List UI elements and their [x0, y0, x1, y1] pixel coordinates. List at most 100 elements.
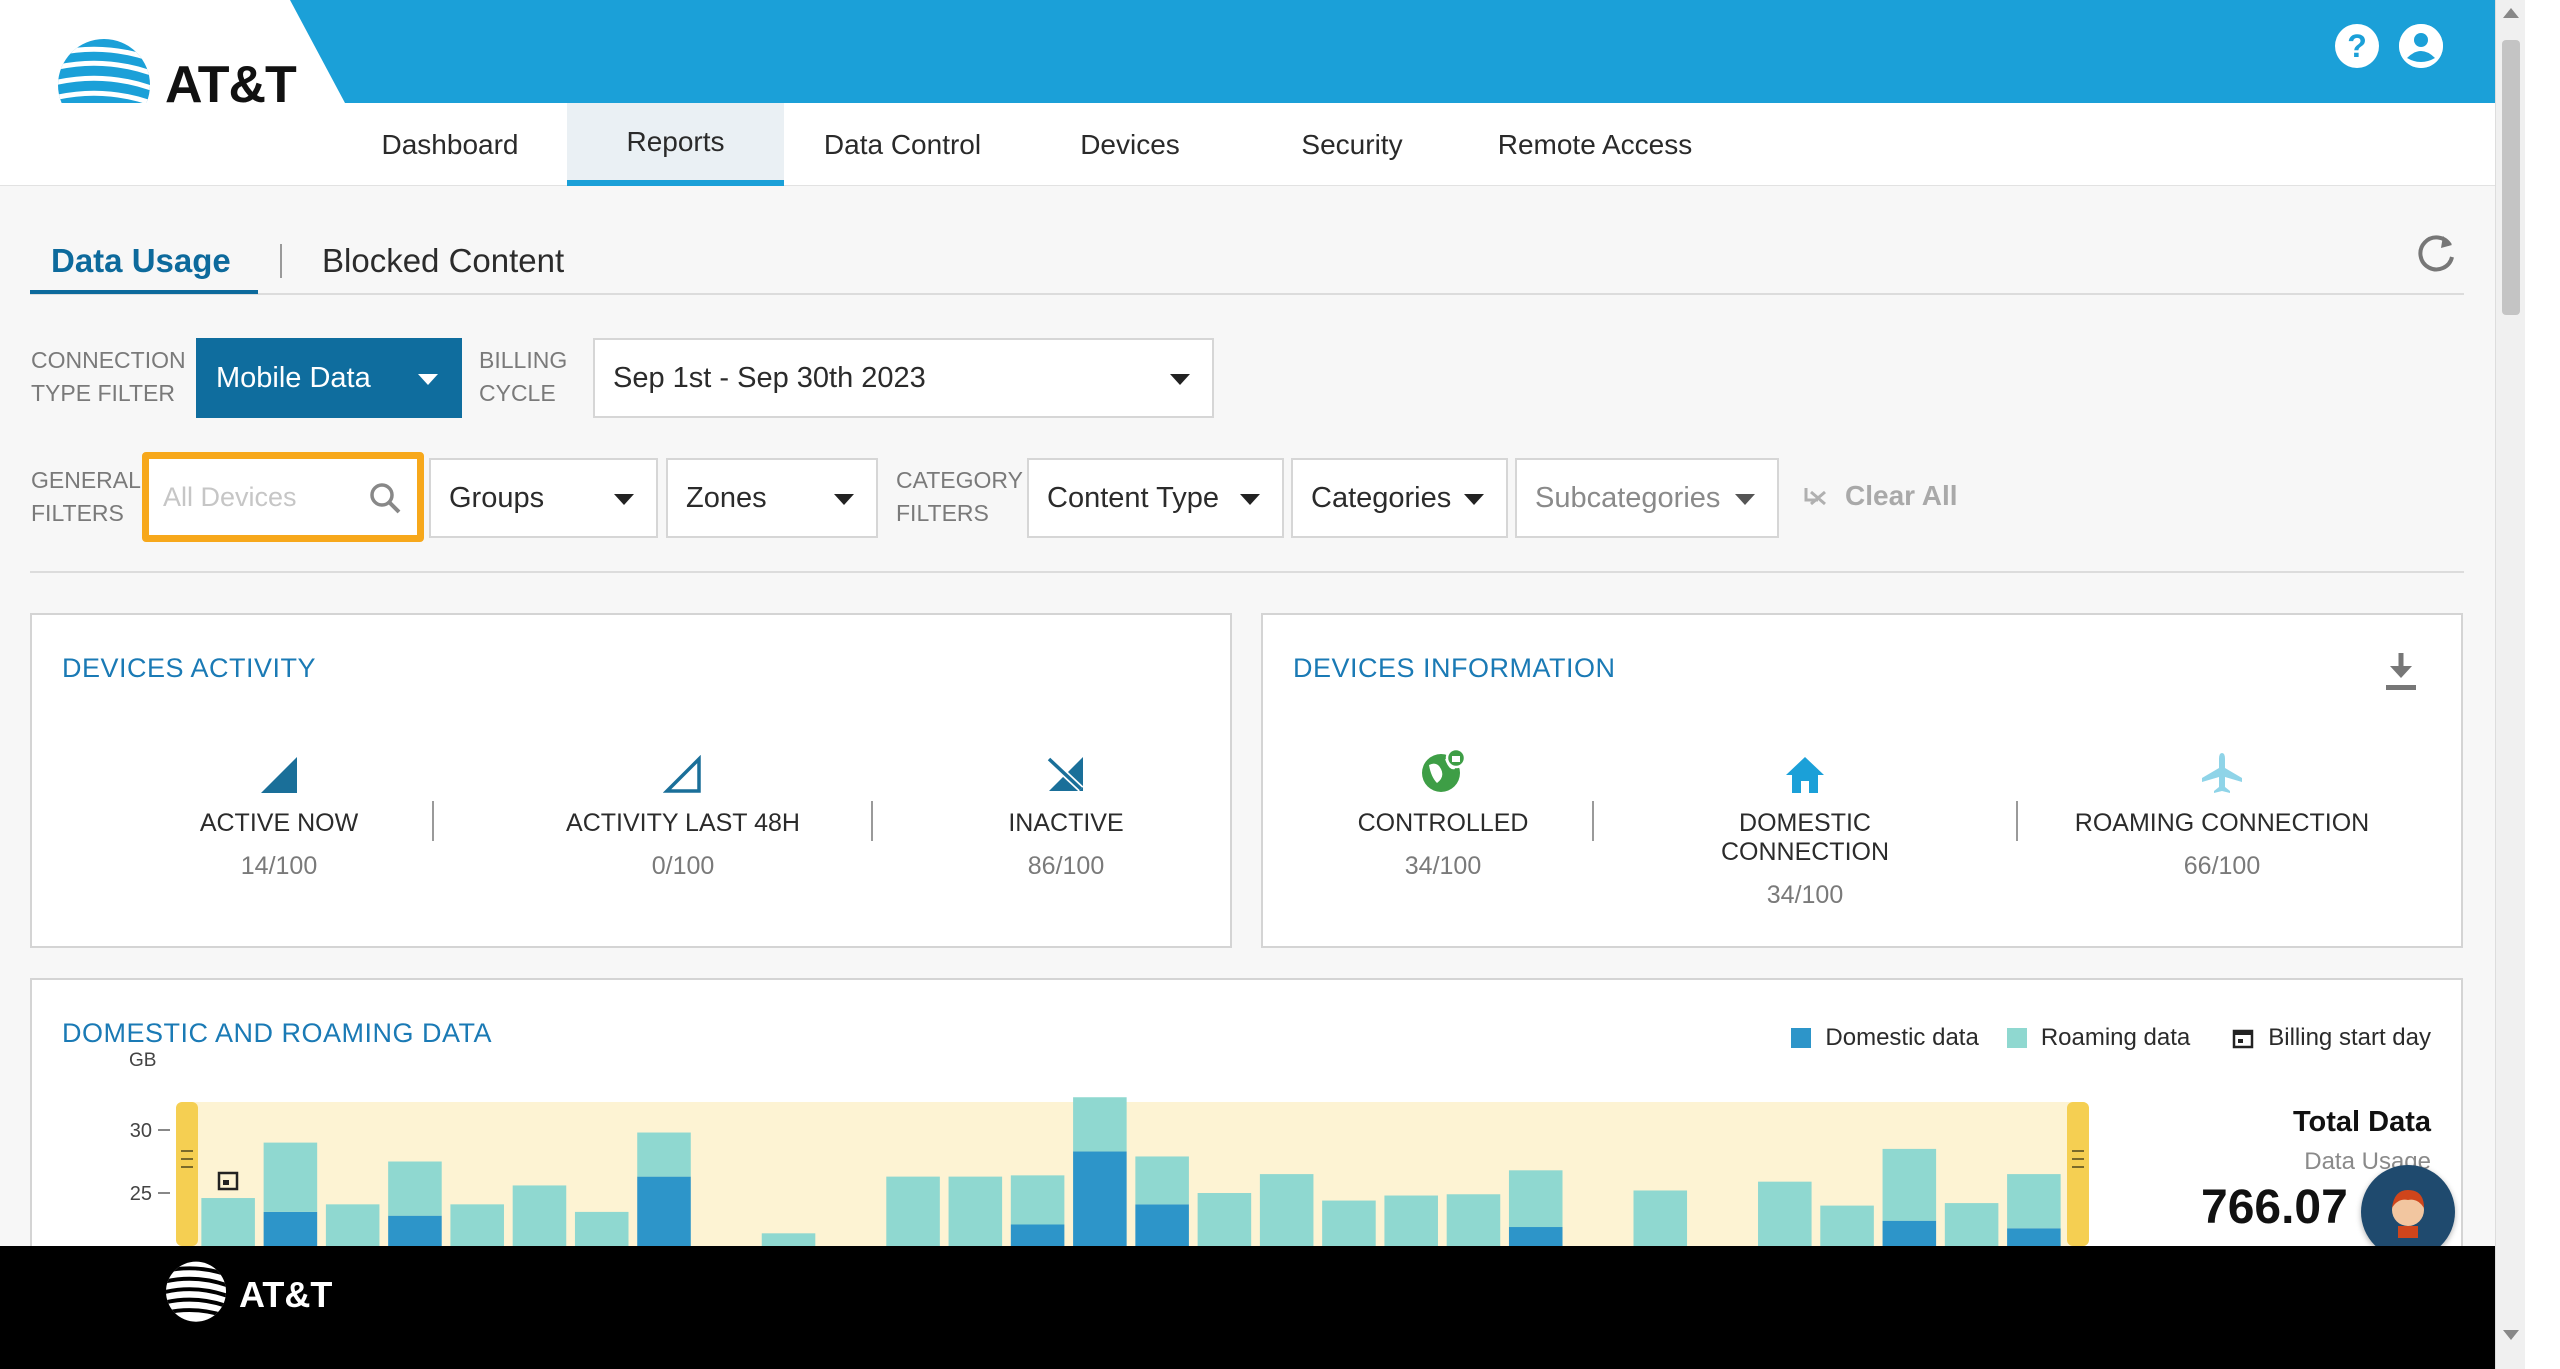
- nav-data-control[interactable]: Data Control: [800, 103, 1005, 186]
- stat-active-now[interactable]: ACTIVE NOW 14/100: [129, 743, 429, 881]
- zones-dropdown[interactable]: Zones: [666, 458, 878, 538]
- stat-value: 86/100: [1027, 852, 1105, 880]
- stat-separator: [871, 801, 873, 841]
- download-icon[interactable]: [2381, 649, 2421, 693]
- top-header-bar: [0, 0, 2495, 103]
- search-icon[interactable]: [367, 480, 403, 516]
- dropdown-value: Sep 1st - Sep 30th 2023: [613, 361, 926, 394]
- stat-controlled[interactable]: CONTROLLED 34/100: [1293, 743, 1593, 881]
- billing-cycle-dropdown[interactable]: Sep 1st - Sep 30th 2023: [593, 338, 1214, 418]
- stat-domestic-connection[interactable]: DOMESTIC CONNECTION 34/100: [1655, 743, 1955, 910]
- stat-separator: [432, 801, 434, 841]
- billing-cycle-label: BILLING CYCLE: [479, 344, 567, 410]
- tab-separator: [280, 244, 282, 278]
- signal-full-icon: [261, 757, 297, 793]
- stat-separator: [1592, 801, 1594, 841]
- legend-swatch-domestic: [1791, 1028, 1812, 1048]
- domestic-roaming-chart-card: DOMESTIC AND ROAMING DATA Domestic data …: [30, 978, 2463, 1278]
- stat-label: ACTIVITY LAST 48H: [566, 809, 800, 837]
- user-circle-icon[interactable]: [2399, 24, 2443, 68]
- assistant-avatar-icon: [2392, 1190, 2424, 1238]
- chevron-down-icon: [834, 494, 854, 505]
- devices-activity-card: DEVICES ACTIVITY ACTIVE NOW 14/100 ACTIV…: [30, 613, 1232, 948]
- connection-type-dropdown[interactable]: Mobile Data: [196, 338, 462, 418]
- stat-label: INACTIVE: [1008, 809, 1124, 837]
- legend-roaming-label[interactable]: Roaming data: [2041, 1024, 2190, 1052]
- vertical-scrollbar[interactable]: [2495, 0, 2525, 1369]
- dropdown-value: Groups: [449, 481, 545, 514]
- scroll-up-arrow[interactable]: [2503, 8, 2519, 18]
- dropdown-value: Content Type: [1047, 481, 1219, 514]
- footer-bar: AT&T: [0, 1246, 2495, 1369]
- signal-outline-icon: [663, 755, 701, 793]
- content-type-dropdown[interactable]: Content Type: [1027, 458, 1284, 538]
- dropdown-value: Subcategories: [1535, 481, 1721, 514]
- nav-label: Dashboard: [381, 128, 519, 160]
- app-window: AT&T ? Dashboard Reports Data Control De…: [0, 0, 2495, 1369]
- device-search-box[interactable]: [142, 452, 424, 542]
- general-filters-label: GENERAL FILTERS: [31, 464, 141, 530]
- legend-swatch-roaming: [2006, 1028, 2027, 1048]
- tab-data-usage[interactable]: Data Usage: [51, 242, 231, 280]
- reports-content: Data Usage Blocked Content CONNECTION TY…: [0, 186, 2495, 1278]
- chevron-down-icon: [614, 494, 634, 505]
- footer-brand-name: AT&T: [239, 1274, 333, 1315]
- stat-label: ROAMING CONNECTION: [2074, 809, 2370, 837]
- nav-label: Remote Access: [1497, 128, 1693, 160]
- main-nav: Dashboard Reports Data Control Devices S…: [0, 103, 2495, 196]
- controlled-globe-icon: [1422, 747, 1467, 792]
- label-line: BILLING: [479, 347, 568, 373]
- label-line: FILTERS: [31, 500, 124, 526]
- clear-all-button[interactable]: Clear All: [1803, 480, 1958, 512]
- question-circle-icon[interactable]: ?: [2335, 24, 2379, 68]
- categories-dropdown[interactable]: Categories: [1291, 458, 1508, 538]
- stat-roaming-connection[interactable]: ROAMING CONNECTION 66/100: [2072, 743, 2372, 881]
- att-globe-footer-logo: [165, 1261, 227, 1322]
- total-data-value: 766.07: [2201, 1181, 2348, 1234]
- category-filters-label: CATEGORY FILTERS: [896, 464, 1023, 530]
- chat-assistant-button[interactable]: [2361, 1165, 2455, 1259]
- stat-value: 0/100: [651, 852, 715, 880]
- stat-value: 66/100: [2183, 852, 2261, 880]
- y-axis-label: GB: [129, 1050, 157, 1071]
- legend-domestic-label[interactable]: Domestic data: [1825, 1024, 1978, 1052]
- nav-devices[interactable]: Devices: [1030, 103, 1230, 186]
- filters-divider: [30, 571, 2464, 573]
- stat-label: DOMESTIC CONNECTION: [1720, 809, 1890, 866]
- refresh-icon[interactable]: [2413, 230, 2459, 276]
- stat-label: ACTIVE NOW: [199, 809, 359, 837]
- label-line: CONNECTION: [31, 347, 186, 373]
- chevron-down-icon: [1170, 374, 1190, 385]
- stat-activity-last-48h[interactable]: ACTIVITY LAST 48H 0/100: [533, 743, 833, 881]
- tab-blocked-content[interactable]: Blocked Content: [322, 242, 564, 280]
- stat-value: 34/100: [1766, 881, 1844, 909]
- airplane-icon: [2202, 753, 2242, 793]
- stat-value: 34/100: [1404, 852, 1482, 880]
- card-title: DEVICES INFORMATION: [1293, 653, 1616, 683]
- stat-inactive[interactable]: INACTIVE 86/100: [916, 743, 1216, 881]
- nav-reports[interactable]: Reports: [567, 103, 784, 196]
- chevron-down-icon: [1240, 494, 1260, 505]
- legend-billing-label: Billing start day: [2268, 1024, 2431, 1051]
- device-search-input[interactable]: [163, 477, 363, 517]
- active-tab-underline: [30, 290, 258, 294]
- nav-security[interactable]: Security: [1252, 103, 1452, 186]
- total-data-title: Total Data: [2292, 1106, 2431, 1138]
- nav-remote-access[interactable]: Remote Access: [1480, 103, 1710, 186]
- scroll-down-arrow[interactable]: [2503, 1330, 2519, 1340]
- label-line: CYCLE: [479, 380, 556, 406]
- chart-legend: Domestic data Roaming data Billing start…: [1791, 1024, 2431, 1052]
- scrollbar-thumb[interactable]: [2502, 40, 2520, 315]
- nav-label: Devices: [1080, 128, 1180, 160]
- dropdown-value: Mobile Data: [216, 361, 371, 394]
- nav-dashboard[interactable]: Dashboard: [350, 103, 550, 186]
- chevron-down-icon: [418, 374, 438, 385]
- chevron-down-icon: [1464, 494, 1484, 505]
- subcategories-dropdown[interactable]: Subcategories: [1515, 458, 1779, 538]
- screen: AT&T ? Dashboard Reports Data Control De…: [0, 0, 2560, 1369]
- calendar-icon: [2233, 1029, 2254, 1049]
- label-line: GENERAL: [31, 467, 141, 493]
- groups-dropdown[interactable]: Groups: [429, 458, 658, 538]
- dropdown-value: Categories: [1311, 481, 1452, 514]
- chevron-down-icon: [1735, 494, 1755, 505]
